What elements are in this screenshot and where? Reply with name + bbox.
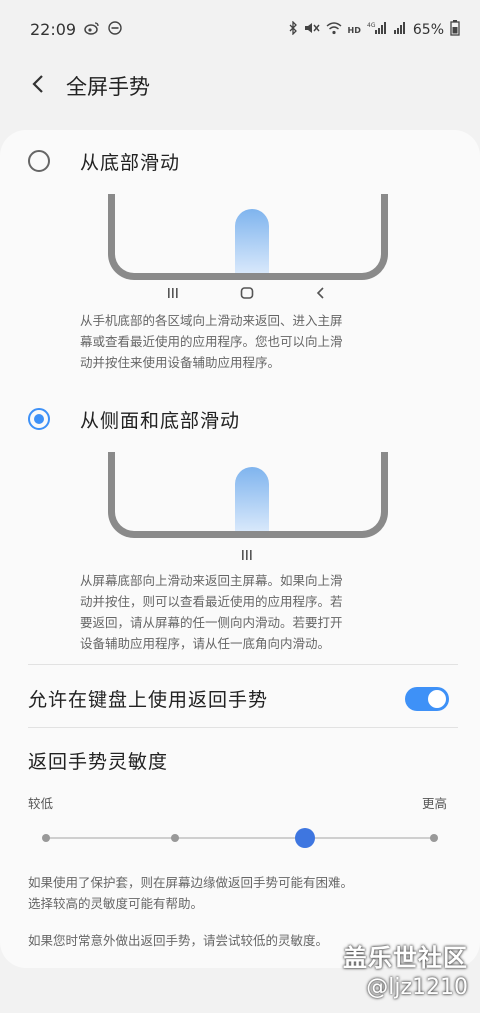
back-button[interactable]: [26, 70, 56, 100]
4g-signal-icon: 4G: [367, 21, 387, 39]
sensitivity-slider[interactable]: [42, 828, 438, 848]
signal-icon: [393, 21, 407, 39]
wifi-icon: [326, 21, 342, 39]
watermark-user: @ljz1210: [366, 975, 468, 1000]
battery-percent: 65%: [412, 22, 444, 38]
option-title: 从底部滑动: [80, 152, 181, 174]
slider-thumb[interactable]: [294, 828, 315, 848]
mute-icon: [304, 21, 320, 39]
svg-text:4G: 4G: [367, 22, 376, 29]
slider-tick: [42, 834, 50, 842]
bluetooth-icon: [288, 20, 298, 39]
divider: [28, 727, 458, 728]
slider-tick: [171, 834, 180, 842]
phone-illustration: [108, 452, 388, 538]
option-description: 从手机底部的各区域向上滑动来返回、进入主屏 幕或查看最近使用的应用程序。您也可以…: [80, 313, 343, 370]
option-description: 从屏幕底部向上滑动来返回主屏幕。如果向上滑 动并按住，则可以查看最近使用的应用程…: [80, 573, 343, 651]
chevron-left-icon: [32, 75, 43, 93]
nav-keys-illustration: [108, 286, 388, 306]
nav-keys-illustration: [108, 548, 388, 568]
recents-icon: [166, 286, 180, 304]
watermark-brand: 盖乐世社区: [343, 944, 468, 972]
home-icon: [240, 286, 254, 304]
status-time: 22:09: [30, 20, 77, 39]
sensitivity-title: 返回手势灵敏度: [28, 751, 169, 773]
weibo-icon: [84, 21, 100, 39]
sensitivity-low-label: 较低: [28, 796, 54, 811]
status-bar: 22:09 HD 4G 65%: [0, 0, 480, 60]
back-nav-icon: [314, 286, 328, 304]
keyboard-gesture-toggle-row[interactable]: 允许在键盘上使用返回手势: [0, 670, 480, 728]
sensitivity-high-label: 更高: [422, 796, 448, 811]
switch-knob: [426, 688, 448, 710]
dnd-icon: [108, 20, 122, 39]
toggle-label: 允许在键盘上使用返回手势: [28, 689, 269, 711]
option-title: 从侧面和底部滑动: [80, 410, 241, 432]
hd-icon: HD: [347, 25, 361, 35]
watermark: 盖乐世社区 @ljz1210: [343, 938, 468, 1000]
app-header: 全屏手势: [0, 60, 480, 110]
phone-illustration: [108, 194, 388, 280]
page-title: 全屏手势: [66, 75, 150, 99]
radio-bottom-swipe[interactable]: [28, 150, 50, 172]
sensitivity-note: 如果使用了保护套，则在屏幕边缘做返回手势可能有困难。 选择较高的灵敏度可能有帮助…: [28, 875, 354, 911]
keyboard-gesture-switch[interactable]: [405, 687, 449, 711]
swipe-indicator: [235, 467, 269, 531]
battery-icon: [450, 20, 460, 40]
settings-card: 从底部滑动 从手机底部的各区域向上滑动来返回、进入主屏 幕或查看最近使用的应用程…: [0, 130, 480, 968]
swipe-indicator: [235, 209, 269, 273]
slider-tick: [430, 834, 438, 842]
radio-side-bottom-swipe[interactable]: [28, 408, 50, 430]
divider: [28, 664, 458, 665]
slider-track: [46, 837, 434, 839]
gesture-hint-icon: [240, 548, 254, 566]
